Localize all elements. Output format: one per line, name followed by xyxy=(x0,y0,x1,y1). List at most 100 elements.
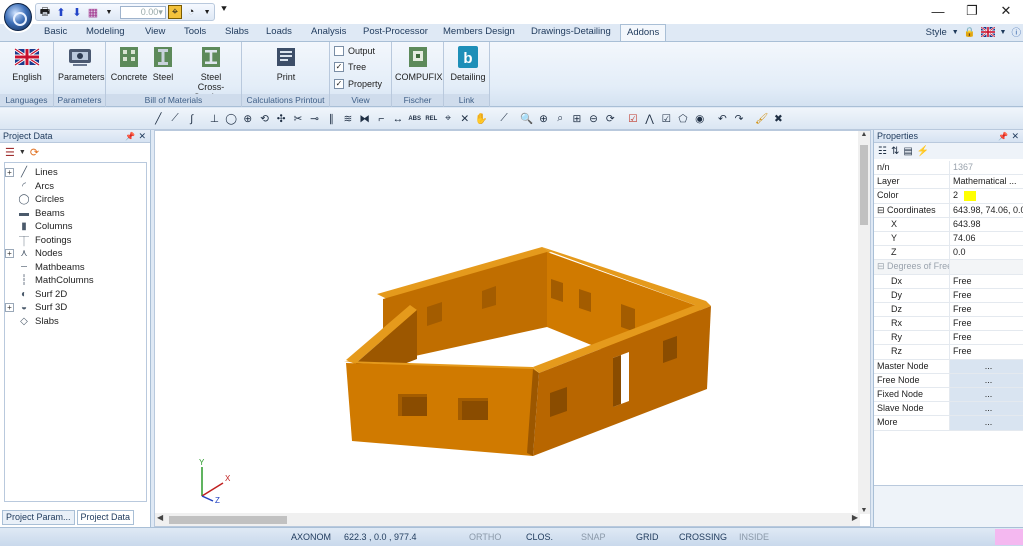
tab-analysis[interactable]: Analysis xyxy=(305,24,352,41)
property-row[interactable]: Dx Free xyxy=(874,274,1023,289)
tree-item[interactable]: + ╱ Lines xyxy=(5,166,58,179)
snap-toggle[interactable]: SNAP xyxy=(581,532,606,542)
zoom-out-icon[interactable]: ⊖ xyxy=(585,110,602,127)
chevron-down-icon[interactable]: ▼ xyxy=(952,29,959,36)
detailing-button[interactable]: b Detailing xyxy=(448,44,488,82)
property-row[interactable]: ⊟ Degrees of Freedom xyxy=(874,260,1023,275)
vertical-scrollbar[interactable]: ▲ ▼ xyxy=(858,131,870,514)
lock-icon[interactable]: 🔒 xyxy=(964,27,976,38)
circle-tool-icon[interactable]: ◯ xyxy=(223,110,240,127)
property-value[interactable]: 643.98, 74.06, 0.0 xyxy=(949,203,1023,217)
scroll-left-icon[interactable]: ◀ xyxy=(157,513,163,522)
tree-toggle[interactable]: ✓ Tree xyxy=(334,62,366,72)
corner-icon[interactable]: ⌐ xyxy=(373,110,390,127)
categorized-icon[interactable]: ☷ xyxy=(878,146,887,157)
sort-alpha-icon[interactable]: ⇅ xyxy=(891,146,899,157)
property-value[interactable]: ... xyxy=(949,416,1023,430)
property-checkbox[interactable]: ✓ xyxy=(334,79,344,89)
tree-item[interactable]: ◜ Arcs xyxy=(5,180,54,193)
brush-icon[interactable]: 🖌 xyxy=(753,110,770,127)
chevron-down-icon[interactable]: ▼ xyxy=(19,149,26,156)
collapse-icon[interactable]: ⊟ xyxy=(877,205,887,215)
tab-loads[interactable]: Loads xyxy=(260,24,298,41)
expand-icon[interactable]: + xyxy=(5,249,14,258)
verify-icon[interactable]: ☑ xyxy=(658,110,675,127)
property-value[interactable]: Free xyxy=(949,302,1023,317)
view-mode-status[interactable]: AXONOM xyxy=(291,532,331,542)
tree-item[interactable]: ◯ Circles xyxy=(5,193,64,206)
select-icon[interactable]: ⌖ xyxy=(440,110,457,127)
property-row[interactable]: More... xyxy=(874,416,1023,431)
surface-icon[interactable]: ⬠ xyxy=(675,110,692,127)
parallel-icon[interactable]: ∥ xyxy=(323,110,340,127)
clos-toggle[interactable]: CLOS. xyxy=(526,532,553,542)
events-icon[interactable]: ⚡ xyxy=(917,146,929,157)
mirror-icon[interactable]: ⧓ xyxy=(356,110,373,127)
redo-icon[interactable]: ↷ xyxy=(731,110,748,127)
tree-item[interactable]: ┆ MathColumns xyxy=(5,274,94,287)
property-row[interactable]: Rz Free xyxy=(874,345,1023,360)
extend-icon[interactable]: ⊸ xyxy=(306,110,323,127)
spline-tool-icon[interactable]: ∫ xyxy=(183,110,200,127)
pin-icon[interactable]: 📌 xyxy=(125,130,135,143)
center-snap-icon[interactable]: ⊕ xyxy=(239,110,256,127)
restore-button[interactable]: ❐ xyxy=(955,0,989,22)
trim-icon[interactable]: ✂ xyxy=(290,110,307,127)
close-icon[interactable]: ✕ xyxy=(1011,130,1019,143)
property-row[interactable]: Ry Free xyxy=(874,331,1023,346)
move-icon[interactable]: ✣ xyxy=(273,110,290,127)
property-value[interactable]: ... xyxy=(949,359,1023,373)
tree-item[interactable]: + ◒ Surf 3D xyxy=(5,301,67,314)
layer-combo[interactable]: 0.00 ▾ xyxy=(119,5,166,19)
english-button[interactable]: English xyxy=(9,44,45,82)
property-row[interactable]: ⊟ Coordinates 643.98, 74.06, 0.0 xyxy=(874,203,1023,218)
rotate-icon[interactable]: ⟲ xyxy=(256,110,273,127)
line-tool-icon[interactable]: ╱ xyxy=(150,110,167,127)
dimension-icon[interactable]: ↔ xyxy=(390,110,407,127)
layer-icon[interactable]: ▦ xyxy=(86,5,100,19)
property-row[interactable]: Dy Free xyxy=(874,288,1023,303)
property-value[interactable]: Free xyxy=(949,331,1023,345)
property-value[interactable]: Free xyxy=(949,288,1023,302)
snap-icon[interactable]: ⌖ xyxy=(167,5,183,19)
close-button[interactable]: ✕ xyxy=(989,0,1023,22)
tree-item[interactable]: ◇ Slabs xyxy=(5,315,59,328)
offset-icon[interactable]: ≋ xyxy=(340,110,357,127)
pin-icon[interactable]: 📌 xyxy=(998,130,1008,143)
polyline-tool-icon[interactable]: ⟋ xyxy=(167,110,184,127)
print-icon[interactable]: 🖶 xyxy=(38,5,52,19)
expand-icon[interactable]: + xyxy=(5,303,14,312)
tab-post-processor[interactable]: Post-Processor xyxy=(357,24,434,41)
app-menu-button[interactable] xyxy=(4,3,32,31)
collapse-icon[interactable]: ⊟ xyxy=(877,261,887,271)
abs-coord-icon[interactable]: ABS xyxy=(406,110,423,127)
chevron-down-icon[interactable]: ▼ xyxy=(1000,29,1007,36)
tree-checkbox[interactable]: ✓ xyxy=(334,62,344,72)
tree-item[interactable]: ▬ Beams xyxy=(5,207,65,220)
tab-project-params[interactable]: Project Param... xyxy=(2,510,75,525)
property-toggle[interactable]: ✓ Property xyxy=(334,79,382,89)
zoom-extents-icon[interactable]: ⌕ xyxy=(552,110,569,127)
property-row[interactable]: Rx Free xyxy=(874,317,1023,332)
rel-coord-icon[interactable]: REL xyxy=(423,110,440,127)
inside-toggle[interactable]: INSIDE xyxy=(739,532,769,542)
property-value[interactable]: Free xyxy=(949,317,1023,331)
chevron-down-icon[interactable]: ▼ xyxy=(102,5,116,19)
property-value[interactable]: ... xyxy=(949,388,1023,402)
steel-button[interactable]: Steel xyxy=(148,44,178,82)
grid-toggle[interactable]: GRID xyxy=(636,532,659,542)
property-row[interactable]: Slave Node... xyxy=(874,402,1023,417)
arrow-down-icon[interactable]: ⬇ xyxy=(70,5,84,19)
property-value[interactable]: Mathematical ... xyxy=(949,175,1023,189)
analysis-icon[interactable]: ⋀ xyxy=(641,110,658,127)
3d-viewport[interactable]: Y X Z ▲ ▼ ◀ ▶ xyxy=(154,130,871,527)
property-row[interactable]: n/n 1367 xyxy=(874,161,1023,176)
minimize-button[interactable]: — xyxy=(921,0,955,22)
tree-item[interactable]: + ⋏ Nodes xyxy=(5,247,62,260)
tree-item[interactable]: ◐ Surf 2D xyxy=(5,288,67,301)
tab-view[interactable]: View xyxy=(139,24,171,41)
property-value[interactable]: Free xyxy=(949,274,1023,288)
property-value[interactable]: ... xyxy=(949,373,1023,387)
filter-icon[interactable]: ☰ xyxy=(5,146,15,159)
scroll-up-icon[interactable]: ▲ xyxy=(858,131,870,138)
